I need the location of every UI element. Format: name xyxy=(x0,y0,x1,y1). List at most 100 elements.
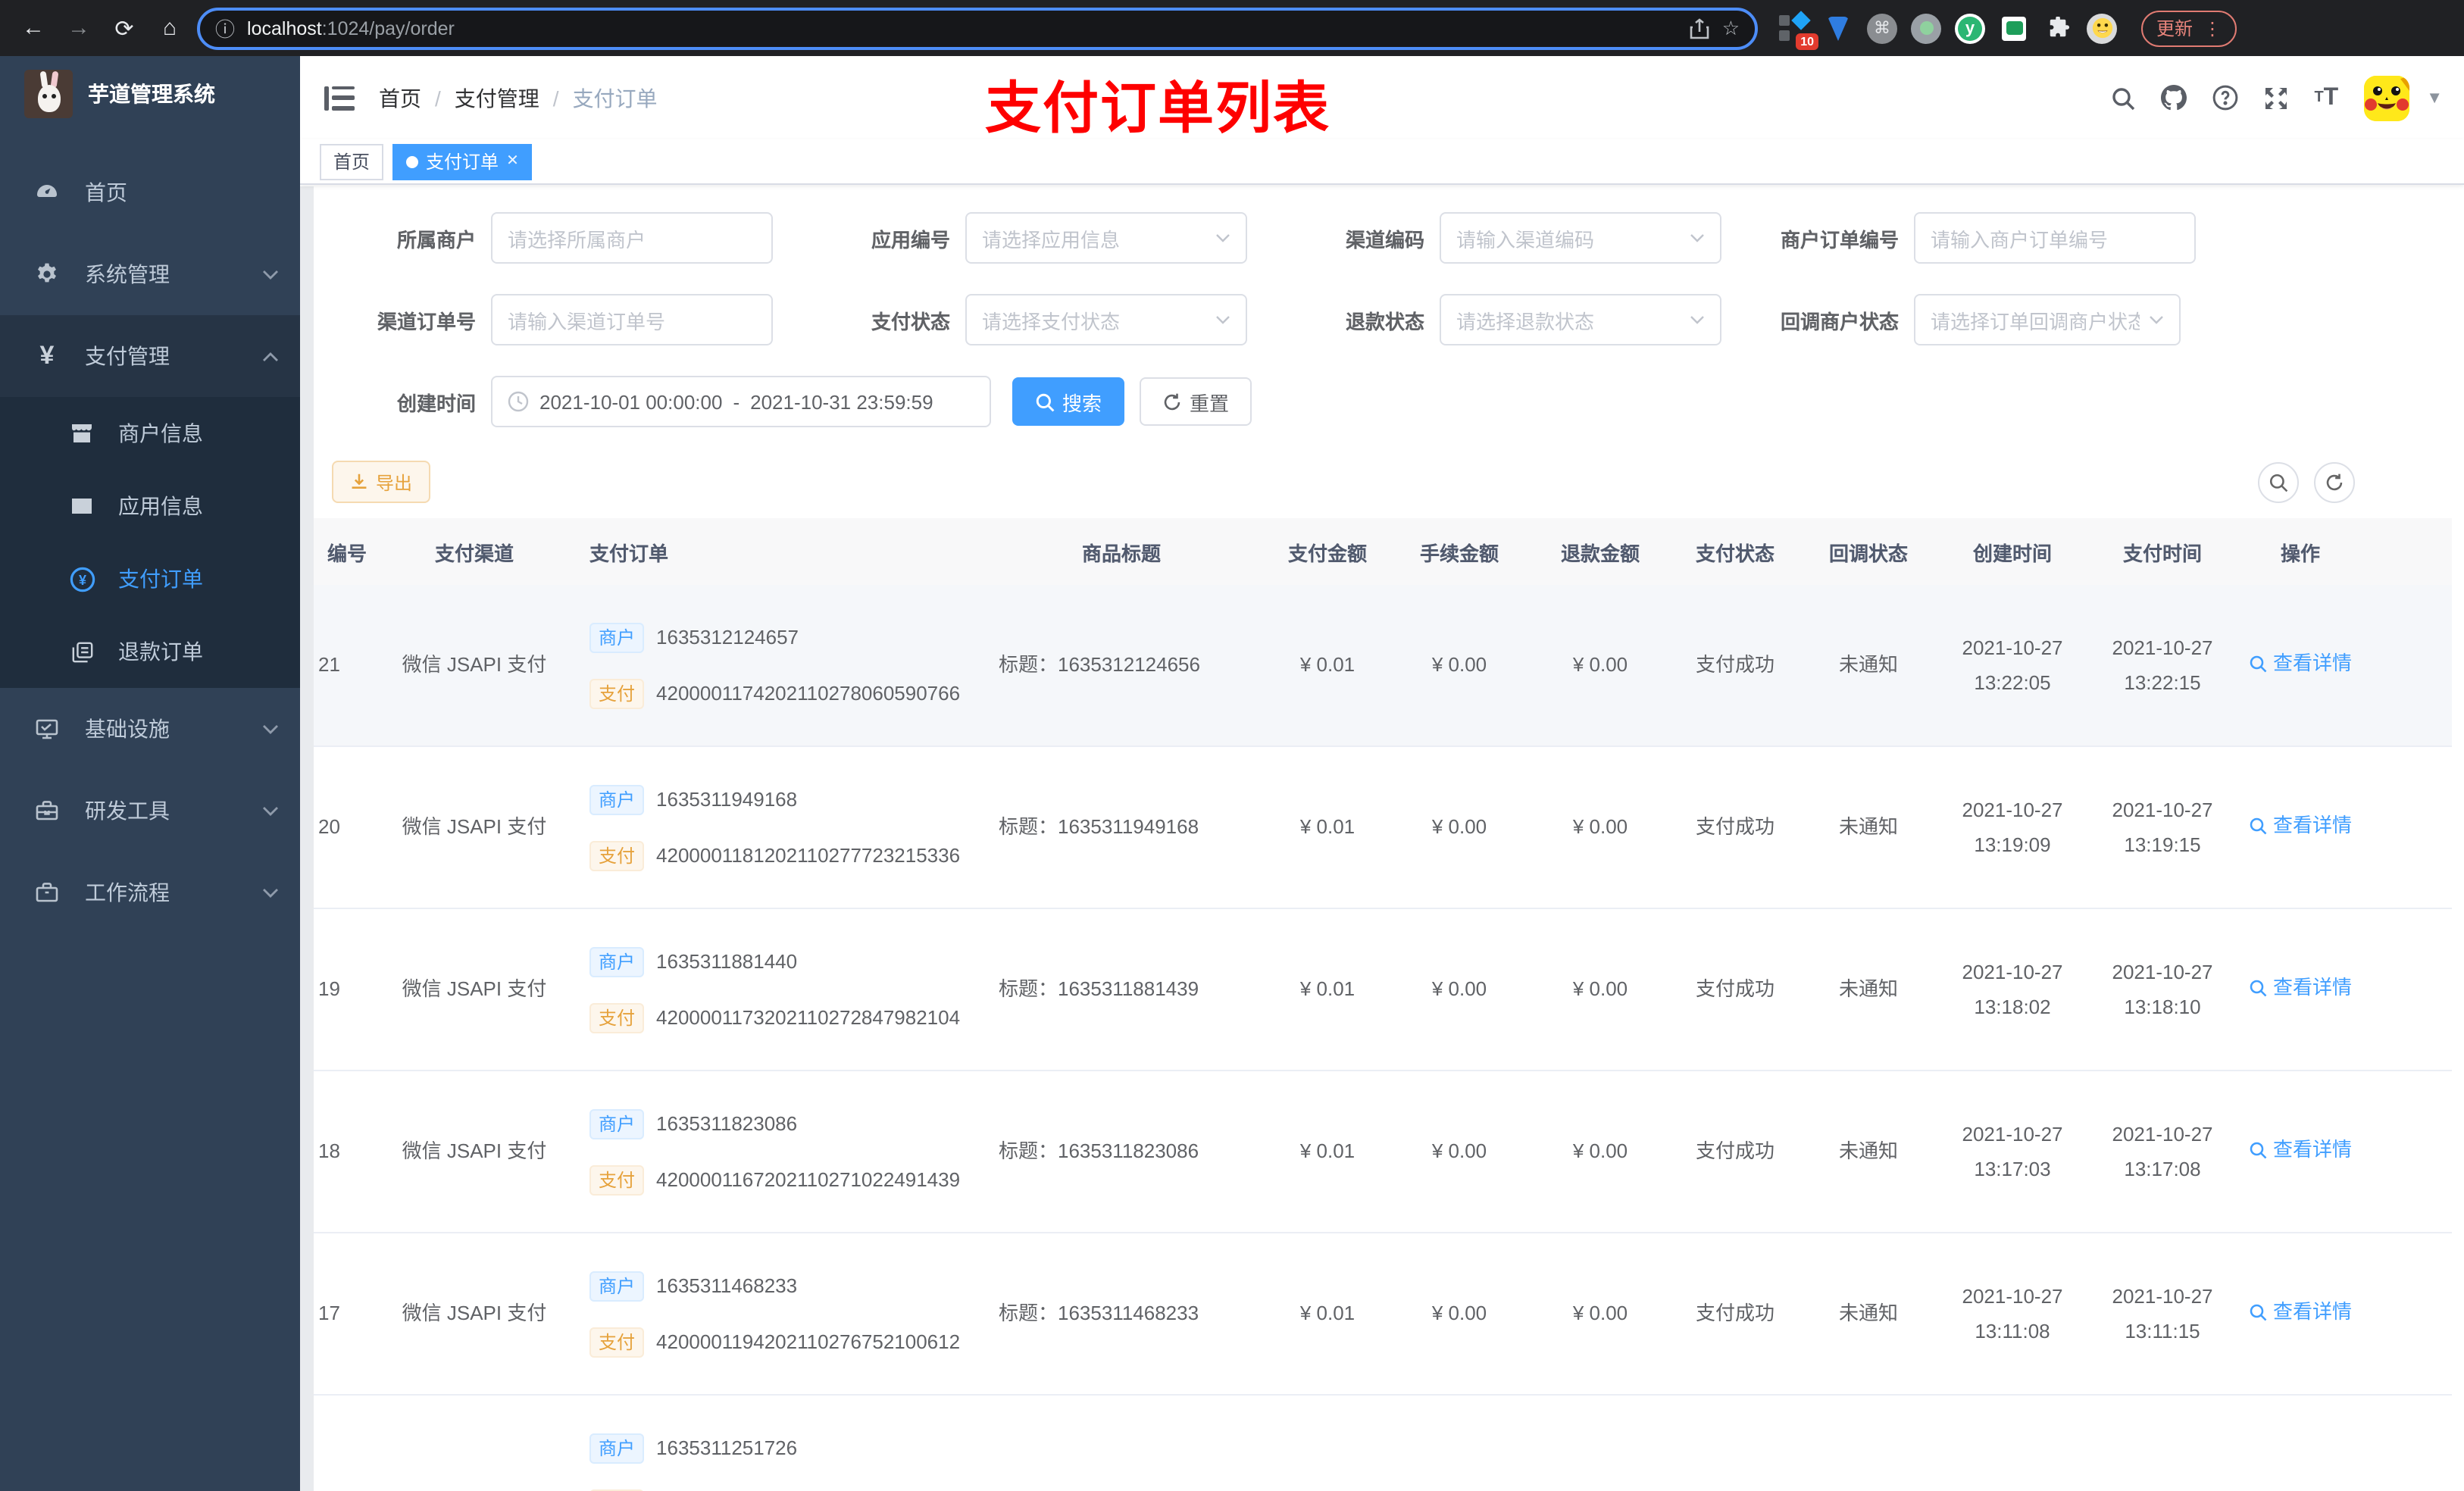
merchant-badge: 商户 xyxy=(589,784,645,814)
sidebar-item-merchant-info[interactable]: 商户信息 xyxy=(0,397,300,470)
pay-order-numbers: 商户 1635311949168 支付 42000011812021102777… xyxy=(568,784,974,871)
chevron-down-icon xyxy=(1690,233,1705,242)
site-info-icon[interactable]: ⓘ xyxy=(215,14,235,42)
pay-order-numbers: 商户 1635311881440 支付 42000011732021102728… xyxy=(568,946,974,1033)
breadcrumb-home[interactable]: 首页 xyxy=(379,83,421,113)
avatar-caret-icon[interactable]: ▼ xyxy=(2426,89,2443,107)
sidebar-item-infra[interactable]: 基础设施 xyxy=(0,688,300,770)
search-icon[interactable] xyxy=(2111,86,2135,110)
bookmark-star-icon[interactable]: ☆ xyxy=(1722,16,1740,40)
pay-time: 2021-10-27 13:17:08 xyxy=(2112,1123,2213,1180)
home-icon[interactable]: ⌂ xyxy=(152,10,188,46)
hide-search-icon[interactable] xyxy=(2258,461,2299,502)
pay-badge: 支付 xyxy=(589,1164,645,1195)
close-icon[interactable]: ✕ xyxy=(506,153,519,170)
browser-update-button[interactable]: 更新 ⋮ xyxy=(2141,10,2237,46)
profile-emoji-icon[interactable] xyxy=(2087,13,2117,43)
sidebar-item-pay[interactable]: ¥ 支付管理 xyxy=(0,315,300,397)
channel-pay-no: 4200001181202110277723215336 xyxy=(656,843,961,867)
app-select[interactable]: 请选择应用信息 xyxy=(965,212,1247,264)
table-row: 21 微信 JSAPI 支付 商户 1635312124657 支付 42000… xyxy=(314,585,2452,747)
sidebar-item-dev-tools[interactable]: 研发工具 xyxy=(0,770,300,852)
extension-y-icon[interactable]: y xyxy=(1955,13,1985,43)
sidebar-item-system[interactable]: 系统管理 xyxy=(0,233,300,315)
column-header: 退款金额 xyxy=(1560,542,1640,564)
sidebar-item-refund-order[interactable]: 退款订单 xyxy=(0,615,300,688)
chevron-down-icon xyxy=(262,724,279,734)
view-detail-link[interactable]: 查看详情 xyxy=(2249,974,2352,1003)
yen-icon: ¥ xyxy=(39,341,55,370)
avatar[interactable] xyxy=(2364,75,2410,120)
extension-gem-icon[interactable] xyxy=(1823,13,1853,43)
range-start: 2021-10-01 00:00:00 xyxy=(539,390,723,413)
tag-pay-order[interactable]: 支付订单 ✕ xyxy=(392,143,533,180)
hamburger-icon[interactable] xyxy=(324,86,355,110)
table-row: 商户 1635311251726 支付 xyxy=(314,1396,2452,1491)
address-bar[interactable]: ⓘ localhost:1024/pay/order ☆ xyxy=(197,7,1758,49)
extension-command-icon[interactable]: ⌘ xyxy=(1867,13,1897,43)
refund-status-select[interactable]: 请选择退款状态 xyxy=(1440,294,1721,345)
create-time-range-input[interactable]: 2021-10-01 00:00:00 - 2021-10-31 23:59:5… xyxy=(491,376,991,427)
table-row: 19 微信 JSAPI 支付 商户 1635311881440 支付 42000… xyxy=(314,909,2452,1071)
sidebar-item-app-info[interactable]: 应用信息 xyxy=(0,470,300,542)
pay-channel: 微信 JSAPI 支付 xyxy=(402,1139,547,1163)
back-icon[interactable]: ← xyxy=(15,10,52,46)
table-header: 编号 支付渠道 支付订单 商品标题 支付金额 手续金额 退款金额 支付状态 回调状态 创建时间 支付… xyxy=(314,518,2452,585)
sidebar: 芋道管理系统 首页 系统管理 ¥ 支付管理 商户信息 应用信息 ¥ 支付订单 退… xyxy=(0,56,300,1491)
column-header: 操作 xyxy=(2280,542,2320,564)
view-detail-link[interactable]: 查看详情 xyxy=(2249,811,2352,841)
sidebar-item-label: 退款订单 xyxy=(118,639,203,664)
extension-badge-icon[interactable]: 10 xyxy=(1779,10,1818,49)
view-detail-link[interactable]: 查看详情 xyxy=(2249,1298,2352,1327)
forward-icon[interactable]: → xyxy=(61,10,97,46)
view-detail-link[interactable]: 查看详情 xyxy=(2249,649,2352,679)
extensions-puzzle-icon[interactable] xyxy=(2043,13,2073,43)
merchant-badge: 商户 xyxy=(589,946,645,977)
notify-status-select[interactable]: 请选择订单回调商户状态 xyxy=(1914,294,2181,345)
browser-menu-icon[interactable]: ⋮ xyxy=(2203,17,2222,39)
merchant-order-no-input[interactable]: 请输入商户订单编号 xyxy=(1914,212,2196,264)
sidebar-item-label: 工作流程 xyxy=(85,880,170,905)
reset-button[interactable]: 重置 xyxy=(1140,377,1252,426)
view-detail-link[interactable]: 查看详情 xyxy=(2249,1136,2352,1165)
font-size-icon[interactable]: TT xyxy=(2314,84,2338,111)
extension-dot-icon[interactable] xyxy=(1911,13,1941,43)
column-header: 商品标题 xyxy=(1081,542,1161,564)
search-button[interactable]: 搜索 xyxy=(1012,377,1125,426)
product-title: 标题：1635311949168 xyxy=(999,815,1199,839)
channel-code-select[interactable]: 请输入渠道编码 xyxy=(1440,212,1721,264)
sidebar-item-home[interactable]: 首页 xyxy=(0,152,300,233)
sidebar-item-workflow[interactable]: 工作流程 xyxy=(0,852,300,933)
product-title: 标题：1635311881439 xyxy=(999,977,1199,1001)
chevron-down-icon xyxy=(1215,233,1230,242)
export-button[interactable]: 导出 xyxy=(332,461,431,503)
fullscreen-icon[interactable] xyxy=(2264,86,2288,110)
extension-chat-icon[interactable] xyxy=(1999,13,2029,43)
tag-home[interactable]: 首页 xyxy=(320,143,384,180)
page-content: 所属商户 请选择所属商户 应用编号 请选择应用信息 渠道编码 请输入渠道编码 商… xyxy=(300,186,2464,1491)
pay-status-select[interactable]: 请选择支付状态 xyxy=(965,294,1247,345)
pay-channel: 微信 JSAPI 支付 xyxy=(402,977,547,1001)
filter-merchant-order-no: 商户订单编号 请输入商户订单编号 xyxy=(1755,212,2196,264)
share-icon[interactable] xyxy=(1690,17,1710,39)
breadcrumb-pay[interactable]: 支付管理 xyxy=(455,83,539,113)
sidebar-item-pay-order[interactable]: ¥ 支付订单 xyxy=(0,542,300,615)
merchant-input[interactable]: 请选择所属商户 xyxy=(491,212,773,264)
column-header: 创建时间 xyxy=(1972,542,2052,564)
column-header: 支付状态 xyxy=(1695,542,1775,564)
pay-order-numbers: 商户 1635311251726 支付 xyxy=(568,1433,974,1491)
filter-channel-order-no: 渠道订单号 请输入渠道订单号 xyxy=(332,294,773,345)
action-cell: 查看详情 xyxy=(2235,974,2366,1006)
scrollbar-track[interactable] xyxy=(300,186,314,1491)
filter-channel-code: 渠道编码 请输入渠道编码 xyxy=(1280,212,1721,264)
refund-amount: ¥ 0.00 xyxy=(1572,653,1628,677)
pay-submenu: 商户信息 应用信息 ¥ 支付订单 退款订单 xyxy=(0,397,300,688)
github-icon[interactable] xyxy=(2161,85,2187,111)
filter-row-1: 所属商户 请选择所属商户 应用编号 请选择应用信息 渠道编码 请输入渠道编码 商… xyxy=(314,212,2464,264)
refresh-icon[interactable] xyxy=(2314,461,2355,502)
gear-icon xyxy=(30,262,64,286)
help-icon[interactable] xyxy=(2212,85,2238,111)
sidebar-logo[interactable]: 芋道管理系统 xyxy=(0,56,300,132)
channel-order-no-input[interactable]: 请输入渠道订单号 xyxy=(491,294,773,345)
reload-icon[interactable]: ⟳ xyxy=(106,10,142,46)
